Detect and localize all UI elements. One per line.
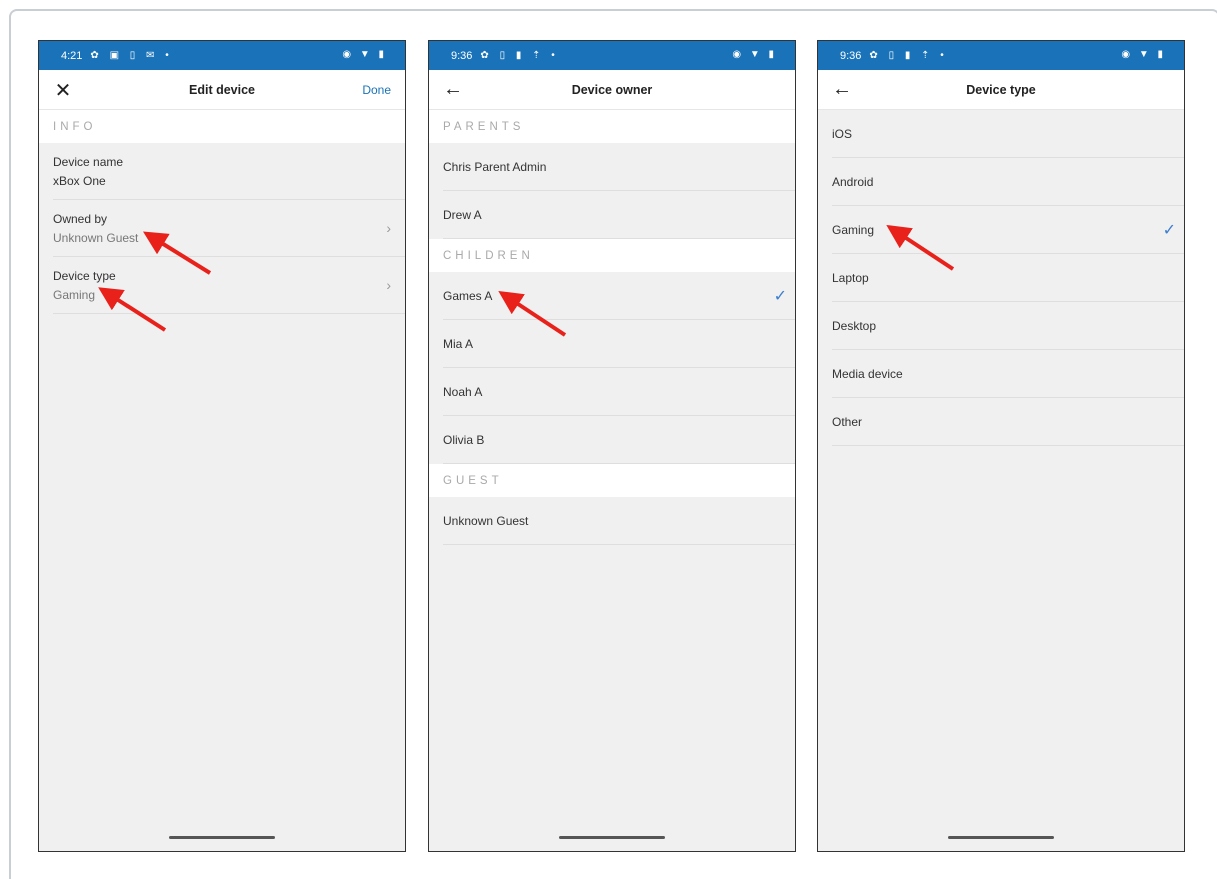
type-option-android[interactable]: Android [832, 158, 1184, 206]
owner-option-label: Drew A [443, 207, 482, 222]
section-header-children: CHILDREN [429, 239, 795, 272]
device-name-value: xBox One [53, 174, 106, 188]
owner-option-chris-parent-admin[interactable]: Chris Parent Admin [443, 143, 795, 191]
status-bar: 4:21 ✿ ▣ ▯ ✉ • ◉ ▼ ▮ [39, 41, 405, 70]
owner-option-mia-a[interactable]: Mia A [443, 320, 795, 368]
owner-option-noah-a[interactable]: Noah A [443, 368, 795, 416]
owned-by-label: Owned by [53, 212, 108, 226]
back-arrow-icon[interactable]: ← [441, 78, 465, 101]
checkmark-icon: ✓ [773, 288, 787, 305]
status-system-icons: ◉ ▼ ▮ [1121, 49, 1166, 60]
status-time: 4:21 [61, 49, 83, 62]
owner-option-drew-a[interactable]: Drew A [443, 191, 795, 239]
owner-option-olivia-b[interactable]: Olivia B [443, 416, 795, 464]
phone-device-owner: 9:36 ✿ ▯ ▮ ⇡ • ◉ ▼ ▮ ← Device owner PARE… [428, 40, 796, 852]
page-title: Edit device [189, 82, 255, 97]
type-option-ios[interactable]: iOS [832, 110, 1184, 158]
device-type-row[interactable]: Device type Gaming › [53, 257, 405, 314]
type-option-media-device[interactable]: Media device [832, 350, 1184, 398]
type-option-label: Laptop [832, 270, 869, 285]
status-icons: ✿ ▣ ▯ ✉ • [90, 50, 173, 61]
type-option-gaming[interactable]: Gaming ✓ [832, 206, 1184, 254]
status-system-icons: ◉ ▼ ▮ [732, 49, 777, 60]
type-option-label: Gaming [832, 222, 875, 237]
chevron-right-icon: › [386, 277, 391, 293]
owner-option-label: Olivia B [443, 432, 485, 447]
home-indicator [169, 836, 275, 839]
section-header-parents: PARENTS [429, 110, 795, 143]
owner-option-games-a[interactable]: Games A ✓ [443, 272, 795, 320]
phone-device-type: 9:36 ✿ ▯ ▮ ⇡ • ◉ ▼ ▮ ← Device type iOS A… [817, 40, 1185, 852]
device-name-row[interactable]: Device name xBox One [53, 143, 405, 200]
status-time: 9:36 [840, 49, 862, 62]
owned-by-row[interactable]: Owned by Unknown Guest › [53, 200, 405, 257]
app-bar: ← Device owner [429, 70, 795, 110]
type-option-label: Other [832, 414, 863, 429]
type-option-label: Media device [832, 366, 903, 381]
owned-by-value: Unknown Guest [53, 231, 139, 245]
checkmark-icon: ✓ [1162, 222, 1176, 239]
section-header-guest: GUEST [429, 464, 795, 497]
type-option-label: Android [832, 174, 874, 189]
owner-option-label: Games A [443, 288, 493, 303]
owner-option-label: Noah A [443, 384, 483, 399]
status-icons: ✿ ▯ ▮ ⇡ • [480, 50, 559, 61]
page-title: Device owner [571, 82, 653, 97]
app-bar: ← Device type [818, 70, 1184, 110]
type-option-laptop[interactable]: Laptop [832, 254, 1184, 302]
owner-option-label: Chris Parent Admin [443, 159, 547, 174]
owner-option-label: Mia A [443, 336, 474, 351]
type-option-label: Desktop [832, 318, 877, 333]
type-option-label: iOS [832, 126, 853, 141]
type-option-desktop[interactable]: Desktop [832, 302, 1184, 350]
status-bar: 9:36 ✿ ▯ ▮ ⇡ • ◉ ▼ ▮ [429, 41, 795, 70]
back-arrow-icon[interactable]: ← [830, 78, 854, 101]
owner-option-label: Unknown Guest [443, 513, 529, 528]
phone-edit-device: 4:21 ✿ ▣ ▯ ✉ • ◉ ▼ ▮ ✕ Edit device Done … [38, 40, 406, 852]
status-system-icons: ◉ ▼ ▮ [342, 49, 387, 60]
status-time: 9:36 [451, 49, 473, 62]
app-bar: ✕ Edit device Done [39, 70, 405, 110]
home-indicator [559, 836, 665, 839]
page-title: Device type [966, 82, 1036, 97]
done-button[interactable]: Done [362, 83, 391, 97]
status-bar: 9:36 ✿ ▯ ▮ ⇡ • ◉ ▼ ▮ [818, 41, 1184, 70]
status-icons: ✿ ▯ ▮ ⇡ • [869, 50, 948, 61]
device-type-value: Gaming [53, 288, 96, 302]
section-header-info: INFO [39, 110, 405, 143]
owner-option-unknown-guest[interactable]: Unknown Guest [443, 497, 795, 545]
home-indicator [948, 836, 1054, 839]
device-name-label: Device name [53, 155, 124, 169]
type-option-other[interactable]: Other [832, 398, 1184, 446]
device-type-label: Device type [53, 269, 116, 283]
chevron-right-icon: › [386, 220, 391, 236]
close-icon[interactable]: ✕ [51, 78, 75, 103]
